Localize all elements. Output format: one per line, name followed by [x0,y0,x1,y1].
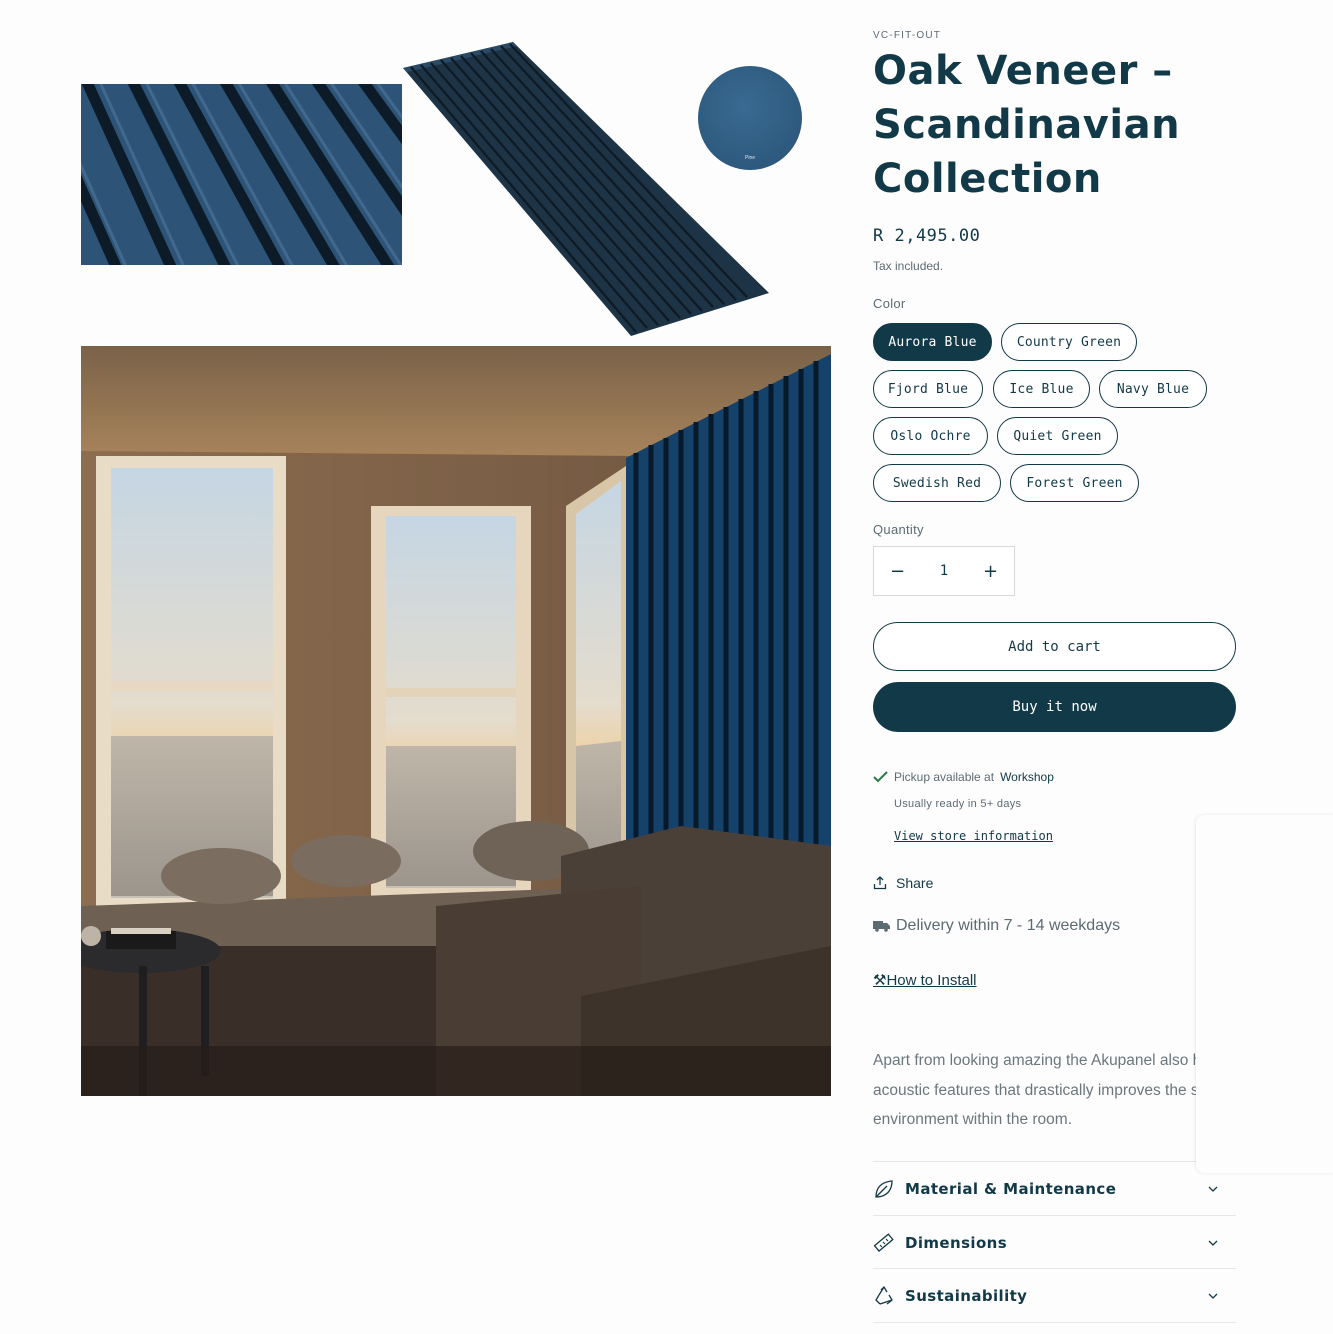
check-icon [873,771,888,783]
how-to-install-link[interactable]: ⚒How to Install [873,971,977,989]
view-store-info-link[interactable]: View store information [894,829,1053,843]
leaf-icon [875,1179,893,1198]
quantity-stepper: − 1 + [873,546,1015,596]
delivery-info: Delivery within 7 - 14 weekdays [873,917,1120,935]
product-description: Apart from looking amazing the Akupanel … [873,1052,1234,1128]
pickup-availability: Pickup available at Workshop [873,770,1054,784]
truck-icon [873,921,890,932]
quantity-decrease-button[interactable]: − [874,547,921,595]
tax-note: Tax included. [873,259,944,273]
pickup-text: Pickup available at [894,770,995,784]
share-button[interactable]: Share [873,875,933,891]
color-option-quiet-green[interactable]: Quiet Green [997,417,1118,455]
pickup-location: Workshop [1000,770,1054,784]
color-option-country-green[interactable]: Country Green [1001,323,1137,361]
pickup-ready-time: Usually ready in 5+ days [894,798,1022,810]
accordion-divider [873,1322,1236,1323]
install-link-text: How to Install [886,972,977,989]
accordion-dimensions[interactable]: Dimensions [873,1215,1236,1269]
share-icon [873,876,887,890]
accordion-title: Dimensions [905,1233,1008,1252]
quantity-input[interactable]: 1 [921,563,967,579]
floating-side-panel [1196,815,1333,1173]
color-option-aurora-blue[interactable]: Aurora Blue [873,323,992,361]
product-title: Oak Veneer – Scandinavian Collection [873,48,1181,202]
chevron-down-icon [1208,1293,1218,1299]
accordion-material-maintenance[interactable]: Material & Maintenance [873,1161,1236,1215]
recycle-icon [875,1285,893,1305]
vendor-label: VC-FIT-OUT [873,30,942,41]
color-option-navy-blue[interactable]: Navy Blue [1099,370,1207,408]
product-image-panels[interactable]: Pine [81,38,831,338]
color-option-fjord-blue[interactable]: Fjord Blue [873,370,983,408]
share-label: Share [896,875,934,891]
buy-now-button[interactable]: Buy it now [873,682,1236,732]
color-option-oslo-ochre[interactable]: Oslo Ochre [873,417,988,455]
color-swatch: Pine [698,66,802,170]
add-to-cart-button[interactable]: Add to cart [873,622,1236,671]
color-label: Color [873,296,906,311]
quantity-increase-button[interactable]: + [967,547,1014,595]
product-image-room[interactable] [81,346,831,1096]
tools-icon: ⚒ [873,972,887,989]
accordion-title: Material & Maintenance [905,1179,1117,1198]
chevron-down-icon [1208,1240,1218,1246]
svg-text:Pine: Pine [745,155,755,161]
color-option-swedish-red[interactable]: Swedish Red [873,464,1001,502]
color-option-forest-green[interactable]: Forest Green [1010,464,1139,502]
quantity-label: Quantity [873,522,924,537]
ruler-icon [873,1232,894,1252]
delivery-text: Delivery within 7 - 14 weekdays [896,917,1121,934]
color-option-ice-blue[interactable]: Ice Blue [993,370,1090,408]
accordion-sustainability[interactable]: Sustainability [873,1268,1236,1322]
product-price: R 2,495.00 [873,226,981,246]
chevron-down-icon [1208,1186,1218,1192]
accordion-title: Sustainability [905,1286,1028,1305]
